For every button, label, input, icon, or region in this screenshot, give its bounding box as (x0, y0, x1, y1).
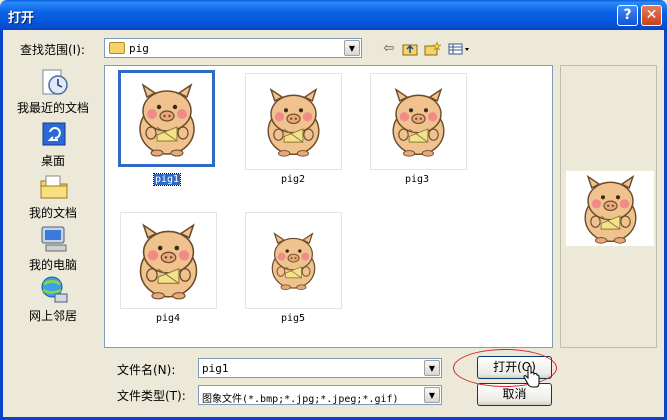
my-computer-icon (41, 226, 67, 252)
back-icon[interactable]: ⇦ (380, 40, 398, 58)
desktop-icon (42, 122, 66, 146)
pig-image (267, 88, 320, 157)
place-label: 我最近的文档 (16, 101, 89, 115)
chevron-down-icon[interactable]: ▼ (424, 360, 440, 376)
lookin-label: 查找范围(I): (20, 43, 85, 57)
filename-value: pig1 (202, 362, 229, 375)
file-thumb-pig3[interactable] (370, 73, 467, 170)
file-label-pig5[interactable]: pig5 (243, 313, 343, 324)
help-icon: ? (623, 7, 632, 23)
window-frame-left (0, 30, 3, 420)
chevron-down-icon[interactable]: ▼ (344, 40, 360, 56)
file-thumb-pig5[interactable] (245, 212, 342, 309)
new-folder-icon[interactable] (423, 40, 442, 58)
up-folder-icon[interactable] (401, 40, 419, 58)
view-menu-icon[interactable] (447, 40, 471, 58)
help-button[interactable]: ? (617, 5, 638, 26)
pig-image (392, 88, 445, 157)
filetype-value: 图象文件(*.bmp;*.jpg;*.jpeg;*.gif) (202, 394, 399, 405)
place-label: 我的电脑 (28, 258, 77, 272)
pig-image (139, 224, 198, 300)
pig-image (139, 84, 195, 157)
file-thumb-pig2[interactable] (245, 73, 342, 170)
preview-pane (560, 65, 657, 348)
annotation-circle (453, 349, 557, 387)
window-title: 打开 (8, 11, 35, 26)
file-label-pig3[interactable]: pig3 (367, 174, 467, 185)
filename-input[interactable]: pig1 ▼ (198, 358, 442, 378)
file-thumb-pig1[interactable] (118, 70, 215, 167)
hand-cursor-icon (523, 366, 540, 388)
places-bar: 我最近的文档 桌面 我的文档 我的电脑 网上邻居 (8, 65, 98, 345)
place-label: 桌面 (40, 154, 65, 168)
preview-image (566, 171, 654, 246)
place-label: 网上邻居 (28, 309, 77, 323)
pig-image (584, 175, 637, 244)
lookin-combo[interactable]: pig ▼ (104, 38, 362, 58)
recent-documents-icon (42, 69, 68, 95)
folder-icon (109, 42, 125, 54)
lookin-value: pig (129, 42, 149, 55)
my-documents-icon (40, 175, 68, 199)
filetype-label: 文件类型(T): (117, 389, 186, 403)
filetype-select[interactable]: 图象文件(*.bmp;*.jpg;*.jpeg;*.gif) ▼ (198, 385, 442, 405)
network-places-icon (41, 276, 68, 303)
close-icon: ✕ (645, 7, 658, 23)
place-network[interactable]: 网上邻居 (8, 273, 98, 323)
file-thumb-pig4[interactable] (120, 212, 217, 309)
file-label-pig4[interactable]: pig4 (118, 313, 218, 324)
pig-image (271, 233, 316, 291)
file-list[interactable]: pig1 pig2 pig3 pig4 pig5 (104, 65, 553, 348)
place-desktop[interactable]: 桌面 (8, 118, 98, 168)
filename-label: 文件名(N): (117, 363, 176, 377)
file-label-pig2[interactable]: pig2 (243, 174, 343, 185)
place-my-documents[interactable]: 我的文档 (8, 170, 98, 220)
place-label: 我的文档 (28, 206, 77, 220)
place-recent[interactable]: 我最近的文档 (8, 65, 98, 115)
close-button[interactable]: ✕ (641, 5, 662, 26)
file-label-pig1[interactable]: pig1 (117, 173, 217, 186)
place-my-computer[interactable]: 我的电脑 (8, 222, 98, 272)
chevron-down-icon[interactable]: ▼ (424, 387, 440, 403)
title-bar[interactable]: 打开 ? ✕ (0, 0, 667, 30)
